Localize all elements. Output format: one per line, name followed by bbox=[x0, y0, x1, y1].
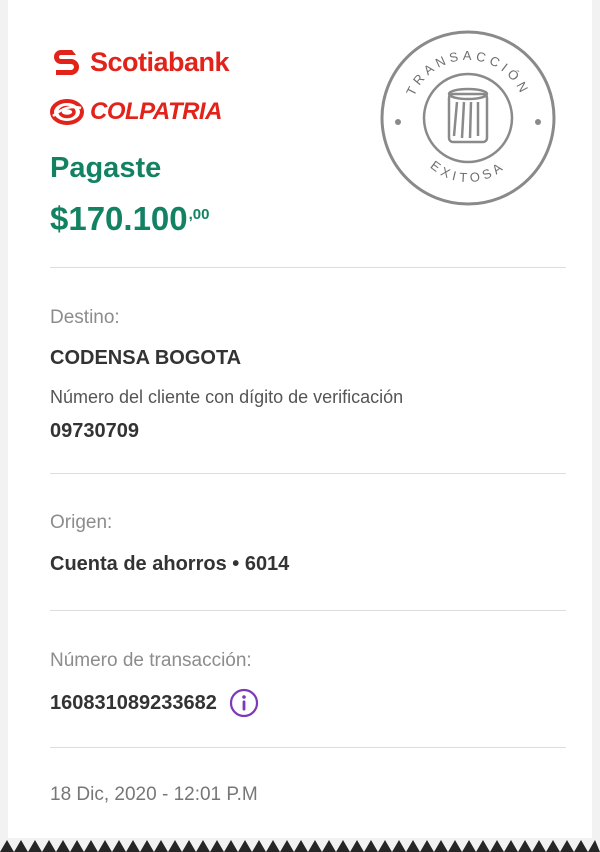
origin-account: Cuenta de ahorros • 6014 bbox=[50, 553, 290, 575]
transaction-label: Número de transacción: bbox=[50, 650, 252, 671]
colpatria-swirl-icon bbox=[50, 96, 84, 128]
colpatria-logo: COLPATRIA bbox=[50, 92, 280, 132]
scotiabank-logo: Scotiabank bbox=[50, 42, 280, 82]
bank-logo: Scotiabank COLPATRIA bbox=[50, 42, 280, 132]
payment-headline: Pagaste bbox=[50, 152, 162, 184]
destination-name: CODENSA BOGOTA bbox=[50, 347, 242, 369]
divider bbox=[50, 267, 566, 268]
client-number: 09730709 bbox=[50, 420, 139, 442]
payment-amount: $170.100 ,00 bbox=[50, 200, 210, 238]
receipt-roll-icon bbox=[447, 87, 489, 144]
transaction-number: 160831089233682 bbox=[50, 691, 217, 714]
divider bbox=[50, 473, 566, 474]
colpatria-wordmark: COLPATRIA bbox=[90, 98, 222, 125]
divider bbox=[50, 747, 566, 748]
transaction-success-stamp: TRANSACCIÓN EXITOSA bbox=[376, 26, 560, 210]
amount-main: $170.100 bbox=[50, 200, 188, 237]
origin-label: Origen: bbox=[50, 512, 113, 533]
client-number-label: Número del cliente con dígito de verific… bbox=[50, 387, 404, 407]
scotiabank-wordmark: Scotiabank bbox=[90, 46, 230, 77]
transaction-number-row: 160831089233682 bbox=[50, 688, 259, 718]
transaction-datetime: 18 Dic, 2020 - 12:01 P.M bbox=[50, 784, 258, 805]
divider bbox=[50, 610, 566, 611]
receipt-card: Scotiabank COLPATRIA TRANSACCIÓN EXITOSA… bbox=[8, 0, 592, 838]
destination-label: Destino: bbox=[50, 307, 120, 328]
receipt-torn-edge bbox=[0, 840, 600, 852]
amount-cents: ,00 bbox=[188, 206, 210, 223]
info-icon[interactable] bbox=[229, 688, 259, 718]
scotiabank-s-icon bbox=[50, 46, 82, 78]
